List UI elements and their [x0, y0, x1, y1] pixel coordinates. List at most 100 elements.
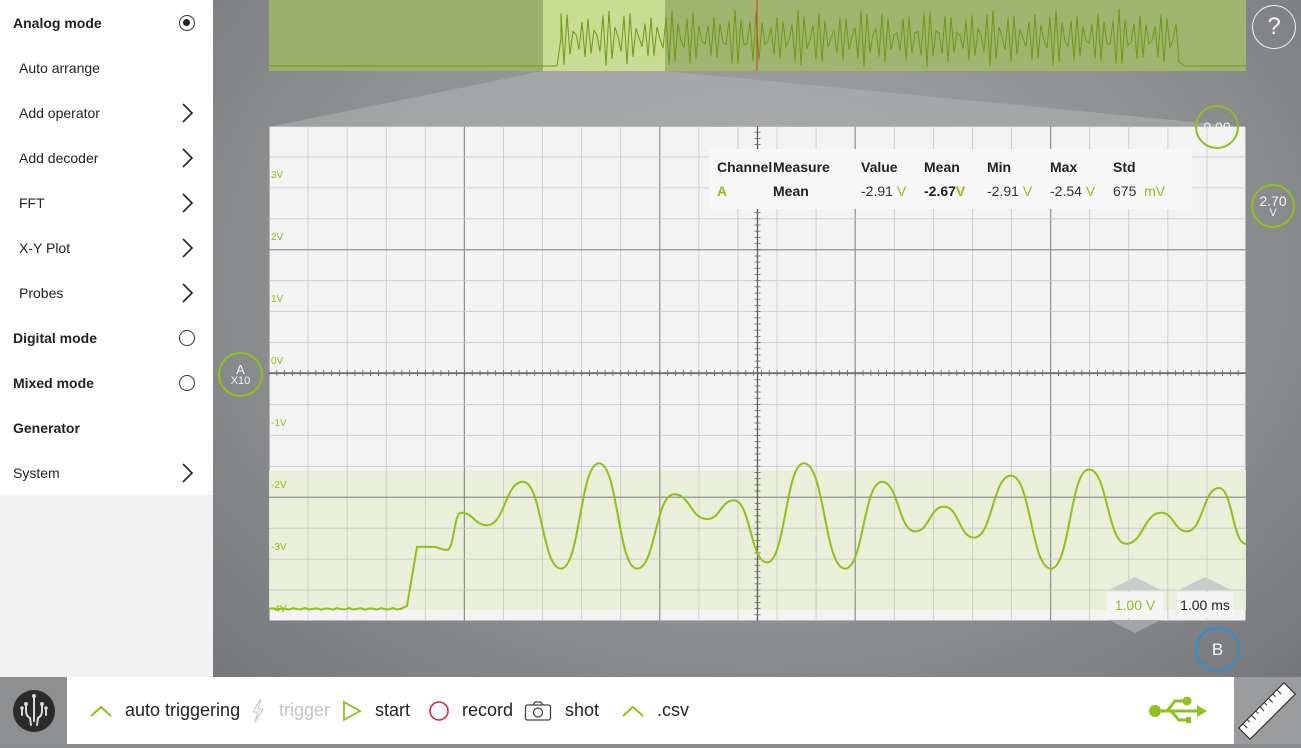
measurement-table: Channel Measure Value Mean Min Max Std A… [709, 149, 1192, 209]
sidebar-item-add-operator[interactable]: Add operator [0, 90, 213, 135]
sidebar-item-label: FFT [19, 194, 45, 211]
shot-button[interactable]: shot [524, 677, 599, 744]
y-tick-label: 2V [271, 232, 284, 243]
overview-strip[interactable] [269, 0, 1246, 71]
sidebar-item-label: Add operator [19, 104, 100, 121]
sidebar-item-label: Digital mode [13, 329, 98, 346]
start-label: start [375, 700, 411, 720]
sidebar-item-analog-mode[interactable]: Analog mode [0, 0, 213, 45]
header-max: Max [1050, 159, 1078, 175]
y-tick-label: 0V [271, 356, 284, 367]
time-per-div[interactable]: 1.00 ms [1177, 592, 1233, 618]
chevron-right-icon [182, 102, 194, 123]
header-min: Min [987, 159, 1012, 175]
chevron-up-icon [622, 705, 644, 717]
sidebar-menu: Analog mode Auto arrange Add operator Add d… [0, 0, 213, 495]
shot-label: shot [565, 700, 600, 720]
help-label: ? [1267, 13, 1281, 40]
csv-label: .csv [657, 700, 690, 720]
record-button[interactable]: record [428, 677, 513, 744]
sidebar-item-label: X-Y Plot [19, 239, 71, 256]
bottom-toolbar: auto triggering trigger start record sho… [67, 677, 1234, 744]
sidebar-item-label: Probes [19, 284, 64, 301]
chevron-right-icon [182, 147, 194, 168]
row-mean-unit: V [955, 183, 966, 199]
y-tick-label: -1V [271, 418, 287, 429]
app-logo-cell[interactable] [0, 677, 67, 744]
chevron-right-icon [182, 192, 194, 213]
record-label: record [462, 700, 514, 720]
radio-empty-icon[interactable] [179, 374, 195, 391]
sidebar-item-label: Generator [13, 419, 80, 436]
offset-handle[interactable]: 0.00 [1195, 105, 1239, 149]
radio-selected-icon[interactable] [179, 14, 195, 31]
row-std-unit: mV [1144, 183, 1166, 199]
y-tick-label: 3V [271, 170, 284, 181]
sidebar-item-system[interactable]: System [0, 450, 213, 495]
chevron-right-icon [182, 237, 194, 258]
play-icon [343, 699, 362, 722]
sidebar-item-mixed-mode[interactable]: Mixed mode [0, 360, 213, 405]
row-std: 675 [1113, 183, 1137, 199]
record-icon [429, 700, 449, 721]
chevron-right-icon [182, 462, 194, 483]
ruler-icon [1237, 681, 1297, 741]
sidebar-item-fft[interactable]: FFT [0, 180, 213, 225]
row-min: -2.91 [987, 183, 1019, 199]
row-value-unit: V [896, 183, 907, 199]
header-std: Std [1113, 159, 1136, 175]
camera-icon [524, 700, 552, 721]
app-logo-icon [13, 690, 55, 732]
auto-triggering-label: auto triggering [125, 700, 241, 720]
row-max-unit: V [1085, 183, 1096, 199]
sidebar: Analog mode Auto arrange Add operator Add d… [0, 0, 213, 677]
sidebar-item-add-decoder[interactable]: Add decoder [0, 135, 213, 180]
channel-a-handle[interactable]: A X10 [218, 352, 263, 397]
offset-label: 0.00 [1203, 119, 1231, 135]
row-value: -2.91 [861, 183, 893, 199]
chevron-up-icon [90, 705, 112, 717]
row-max: -2.54 [1050, 183, 1082, 199]
help-button[interactable]: ? [1252, 5, 1296, 49]
header-value: Value [861, 159, 898, 175]
auto-triggering-button[interactable]: auto triggering [89, 677, 240, 744]
sidebar-item-probes[interactable]: Probes [0, 270, 213, 315]
csv-button[interactable]: .csv [621, 677, 689, 744]
sidebar-item-label: Mixed mode [13, 374, 94, 391]
y-tick-label: 1V [271, 294, 284, 305]
channel-b-button[interactable]: B [1195, 627, 1240, 672]
sidebar-item-generator[interactable]: Generator [0, 405, 213, 450]
trigger-level-value: 2.70 [1259, 192, 1287, 209]
usb-icon[interactable] [1149, 697, 1209, 725]
radio-empty-icon[interactable] [179, 329, 195, 346]
sidebar-item-x-y-plot[interactable]: X-Y Plot [0, 225, 213, 270]
zoom-projection [269, 71, 1246, 127]
channel-b-name: B [1211, 639, 1224, 659]
row-measure: Mean [773, 183, 809, 199]
header-channel: Channel [717, 159, 773, 175]
header-mean: Mean [924, 159, 960, 175]
trigger-label: trigger [279, 700, 331, 720]
y-tick-label: -2V [271, 480, 287, 491]
header-measure: Measure [773, 159, 830, 175]
chevron-right-icon [182, 282, 194, 303]
sidebar-item-auto-arrange[interactable]: Auto arrange [0, 45, 213, 90]
start-button[interactable]: start [342, 677, 410, 744]
sidebar-item-label: Add decoder [19, 149, 99, 166]
y-tick-label: -3V [271, 542, 287, 553]
channel-a-probe: X10 [230, 374, 251, 387]
trigger-level-handle[interactable]: 2.70 V [1251, 184, 1295, 228]
trigger-button[interactable]: trigger [250, 677, 330, 744]
sidebar-item-label: System [13, 464, 60, 481]
channel-a-name: A [236, 361, 245, 377]
volts-per-div[interactable]: 1.00 V [1107, 592, 1163, 618]
lightning-icon [251, 698, 265, 722]
trigger-level-unit: V [1269, 206, 1277, 219]
ruler-cell[interactable] [1234, 677, 1301, 744]
sidebar-item-label: Auto arrange [19, 59, 100, 76]
row-mean: -2.67 [924, 183, 956, 199]
row-min-unit: V [1022, 183, 1033, 199]
sidebar-item-digital-mode[interactable]: Digital mode [0, 315, 213, 360]
row-channel: A [717, 183, 728, 199]
sidebar-item-label: Analog mode [13, 14, 102, 31]
